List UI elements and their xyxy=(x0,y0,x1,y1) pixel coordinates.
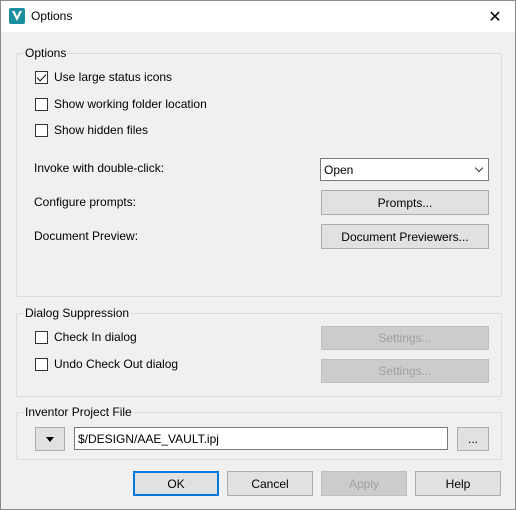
window-title: Options xyxy=(31,9,73,23)
options-dialog: Options ✕ Options Use large status icons… xyxy=(0,0,516,510)
project-dropdown-button[interactable] xyxy=(35,427,65,451)
cancel-button[interactable]: Cancel xyxy=(227,471,313,496)
show-working-folder-label: Show working folder location xyxy=(54,97,207,111)
undo-check-out-dialog-checkbox[interactable] xyxy=(35,357,48,371)
vault-app-icon xyxy=(9,8,25,24)
triangle-down-icon xyxy=(46,436,54,442)
invoke-double-click-value: Open xyxy=(324,162,354,177)
close-button[interactable]: ✕ xyxy=(475,1,515,32)
project-file-title: Inventor Project File xyxy=(24,405,133,419)
invoke-double-click-label: Invoke with double-click: xyxy=(34,161,165,175)
show-working-folder-checkbox[interactable] xyxy=(35,97,48,111)
use-large-status-icons-checkbox[interactable] xyxy=(35,70,48,84)
browse-button[interactable]: ... xyxy=(457,427,489,451)
document-preview-label: Document Preview: xyxy=(34,229,139,243)
undo-check-out-settings-button[interactable]: Settings... xyxy=(321,359,489,383)
invoke-double-click-select[interactable]: Open xyxy=(320,158,489,181)
check-in-dialog-checkbox[interactable] xyxy=(35,330,48,344)
show-hidden-files-row[interactable]: Show hidden files xyxy=(35,123,148,137)
show-working-folder-row[interactable]: Show working folder location xyxy=(35,97,207,111)
close-icon: ✕ xyxy=(488,8,502,26)
undo-check-out-dialog-label: Undo Check Out dialog xyxy=(54,357,179,371)
prompts-button[interactable]: Prompts... xyxy=(321,190,489,215)
check-in-dialog-label: Check In dialog xyxy=(54,330,137,344)
title-bar: Options ✕ xyxy=(1,1,515,32)
check-in-settings-button[interactable]: Settings... xyxy=(321,326,489,350)
show-hidden-files-checkbox[interactable] xyxy=(35,123,48,137)
apply-button[interactable]: Apply xyxy=(321,471,407,496)
document-previewers-button[interactable]: Document Previewers... xyxy=(321,224,489,249)
dialog-suppression-title: Dialog Suppression xyxy=(24,306,131,320)
show-hidden-files-label: Show hidden files xyxy=(54,123,149,137)
project-file-path-value: $/DESIGN/AAE_VAULT.ipj xyxy=(78,431,219,446)
configure-prompts-label: Configure prompts: xyxy=(34,195,137,209)
ok-button[interactable]: OK xyxy=(133,471,219,496)
options-group-title: Options xyxy=(24,46,68,60)
chevron-down-icon xyxy=(474,163,484,173)
project-file-path-field[interactable]: $/DESIGN/AAE_VAULT.ipj xyxy=(74,427,448,450)
undo-check-out-dialog-row[interactable]: Undo Check Out dialog xyxy=(35,357,178,371)
use-large-status-icons-label: Use large status icons xyxy=(54,70,173,84)
help-button[interactable]: Help xyxy=(415,471,501,496)
use-large-status-icons-row[interactable]: Use large status icons xyxy=(35,70,172,84)
check-in-dialog-row[interactable]: Check In dialog xyxy=(35,330,137,344)
